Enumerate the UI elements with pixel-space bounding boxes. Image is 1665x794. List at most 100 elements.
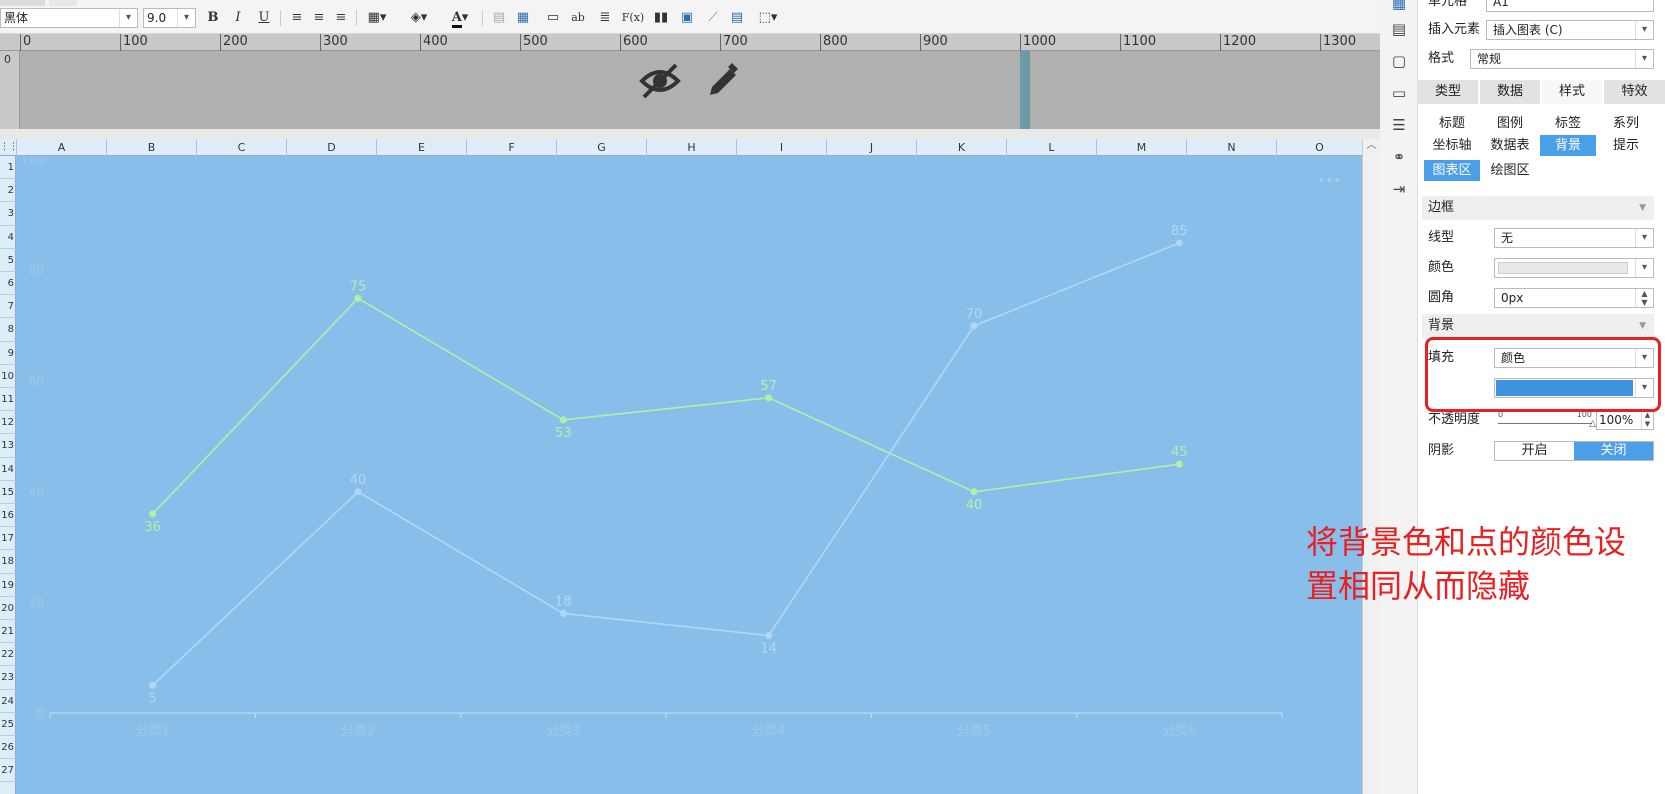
background-section-header[interactable]: 背景 ▼ [1422, 314, 1654, 338]
opacity-input[interactable]: 100% ▲ ▼ [1596, 410, 1654, 430]
wrap-text-button[interactable]: ab [568, 9, 588, 27]
cell-properties-icon[interactable]: ▦ [1390, 0, 1408, 12]
row-header[interactable]: 25 [0, 713, 16, 736]
tab-type[interactable]: 类型 [1418, 80, 1478, 104]
row-header[interactable]: 22 [0, 643, 16, 667]
border-section-header[interactable]: 边框 ▼ [1422, 196, 1654, 220]
stepper-icon[interactable]: ▲ ▼ [1635, 289, 1653, 307]
row-header[interactable]: 19 [0, 574, 16, 597]
row-header[interactable]: 15 [0, 481, 16, 504]
toolbar-tab[interactable] [0, 0, 45, 6]
font-family-select[interactable]: 黑体 ▾ [0, 8, 138, 28]
row-header[interactable]: 11 [0, 388, 16, 412]
stepper-icon[interactable]: ▲ ▼ [1641, 411, 1653, 429]
link-icon[interactable]: ⚭ [1390, 148, 1408, 166]
report-icon[interactable]: ▤ [1390, 20, 1408, 38]
row-header[interactable]: 16 [0, 504, 16, 528]
row-header[interactable]: 6 [0, 272, 16, 296]
tab-style[interactable]: 样式 [1542, 80, 1602, 104]
table-icon[interactable]: ▦ [514, 9, 532, 27]
frame-icon[interactable]: ▤ [728, 9, 746, 27]
row-header[interactable]: 1 [0, 156, 16, 180]
row-header[interactable]: 12 [0, 411, 16, 435]
opacity-slider[interactable]: 0 100 △ [1498, 410, 1596, 430]
row-header[interactable]: 4 [0, 226, 16, 249]
form-canvas[interactable] [20, 51, 1380, 129]
border-color-picker[interactable]: ▾ [1494, 258, 1654, 278]
toolbar-tab[interactable] [49, 0, 77, 6]
line-type-select[interactable]: 无 ▾ [1494, 228, 1654, 248]
border-icon[interactable]: ▦▾ [362, 9, 392, 27]
subtab-datatable[interactable]: 数据表 [1482, 135, 1538, 156]
column-header[interactable]: I [736, 139, 826, 156]
row-header[interactable]: 24 [0, 690, 16, 713]
align-left-icon[interactable]: ≡ [288, 9, 306, 27]
merge-icon[interactable]: ▤ [490, 9, 508, 27]
vertical-scrollbar[interactable]: ︿ [1362, 139, 1380, 794]
formula-button[interactable]: F(x) [620, 9, 646, 27]
row-header[interactable]: 3 [0, 202, 16, 226]
column-header[interactable]: J [826, 139, 916, 156]
element-icon[interactable]: ⬚▾ [754, 9, 782, 27]
align-right-icon[interactable]: ≡ [332, 9, 350, 27]
row-header[interactable]: 17 [0, 527, 16, 551]
widget-icon[interactable]: ▢ [1390, 52, 1408, 70]
row-header[interactable]: 23 [0, 666, 16, 690]
dropdown-widget-icon[interactable]: ▭ [1390, 84, 1408, 102]
indent-icon[interactable]: ≣ [596, 9, 614, 27]
link-icon[interactable]: ▭ [544, 9, 562, 27]
subtab-tooltip[interactable]: 提示 [1598, 135, 1654, 156]
chart-area[interactable]: 0 20 40 60 80 100 分类1 分类2 分类3 分类4 分类5 分类6 36 75 53 57 40… [16, 156, 1362, 794]
subtab-legend[interactable]: 图例 [1482, 113, 1538, 134]
row-header[interactable]: 9 [0, 342, 16, 365]
shadow-on-button[interactable]: 开启 [1495, 442, 1574, 460]
insert-element-select[interactable]: 插入图表 (C) ▾ [1486, 20, 1654, 40]
column-header[interactable]: D [286, 139, 376, 156]
edit-pencil-icon[interactable] [710, 63, 738, 95]
subtab-axis[interactable]: 坐标轴 [1424, 135, 1480, 156]
tab-data[interactable]: 数据 [1480, 80, 1540, 104]
row-header[interactable]: 10 [0, 365, 16, 388]
row-header[interactable]: 5 [0, 249, 16, 272]
underline-button[interactable]: U [256, 9, 272, 27]
italic-button[interactable]: I [230, 9, 246, 27]
area-tab-chart[interactable]: 图表区 [1424, 160, 1480, 181]
row-header[interactable]: 18 [0, 550, 16, 574]
row-header[interactable]: 2 [0, 179, 16, 203]
import-icon[interactable]: ⇥ [1390, 180, 1408, 198]
fill-color-icon[interactable]: ◈▾ [404, 9, 434, 27]
bold-button[interactable]: B [205, 9, 221, 27]
column-header[interactable]: H [646, 139, 736, 156]
align-center-icon[interactable]: ≡ [310, 9, 328, 27]
shadow-off-button[interactable]: 关闭 [1574, 442, 1653, 460]
image-icon[interactable]: ▣ [678, 9, 696, 27]
subtab-title[interactable]: 标题 [1424, 113, 1480, 134]
select-all-corner[interactable]: ⋮⋮ [0, 139, 18, 156]
subtab-background[interactable]: 背景 [1540, 135, 1596, 156]
row-header[interactable]: 14 [0, 458, 16, 481]
format-select[interactable]: 常规 ▾ [1470, 49, 1654, 69]
row-header[interactable]: 8 [0, 318, 16, 342]
stack-icon[interactable]: ☰ [1390, 116, 1408, 134]
column-header[interactable]: G [556, 139, 646, 156]
area-tab-plot[interactable]: 绘图区 [1482, 160, 1538, 181]
hidden-eye-icon[interactable] [639, 63, 681, 99]
cell-input[interactable]: A1 [1486, 0, 1654, 12]
chevron-up-icon[interactable]: ︿ [1363, 139, 1380, 153]
slider-handle[interactable]: △ [1589, 419, 1596, 429]
row-header[interactable]: 13 [0, 434, 16, 458]
column-header[interactable]: B [106, 139, 196, 156]
slash-icon[interactable]: ⟋ [704, 9, 722, 27]
column-header[interactable]: N [1186, 139, 1276, 156]
row-header[interactable]: 27 [0, 759, 16, 783]
row-header[interactable]: 20 [0, 597, 16, 620]
radius-input[interactable]: 0px ▲ ▼ [1494, 288, 1654, 308]
tab-effects[interactable]: 特效 [1604, 80, 1665, 104]
text-color-button[interactable]: A▾ [444, 9, 476, 28]
column-header[interactable]: M [1096, 139, 1186, 156]
column-header[interactable]: L [1006, 139, 1096, 156]
column-header[interactable]: K [916, 139, 1006, 156]
subtab-series[interactable]: 系列 [1598, 113, 1654, 134]
row-header[interactable]: 21 [0, 620, 16, 644]
row-header[interactable]: 26 [0, 736, 16, 760]
